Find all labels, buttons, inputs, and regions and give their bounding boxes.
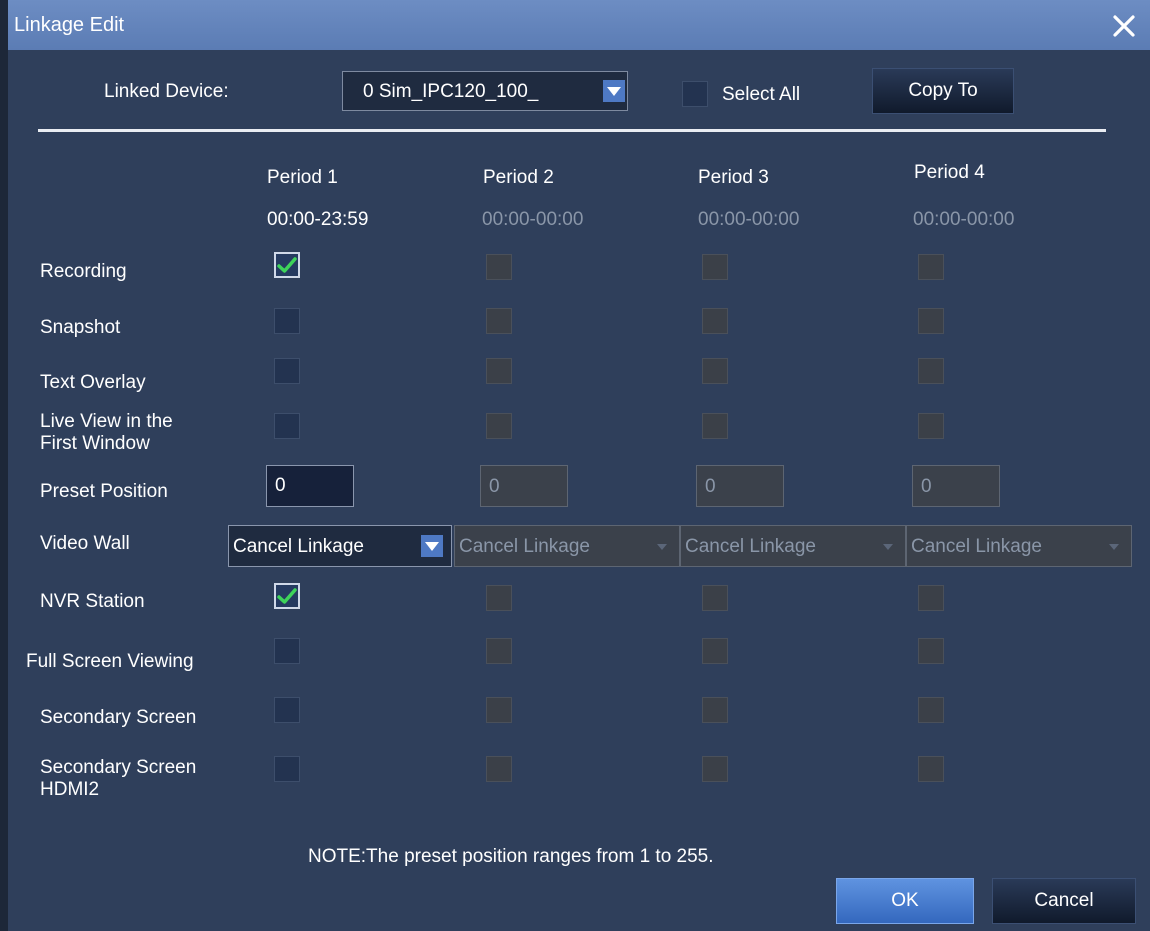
video-wall-label: Video Wall <box>40 533 130 554</box>
live-view-p2-checkbox <box>486 413 512 439</box>
left-edge <box>0 0 8 931</box>
live-view-label-line1: Live View in the <box>40 411 173 432</box>
period-1-header: Period 1 <box>267 167 338 188</box>
divider <box>38 129 1106 132</box>
snapshot-p3-checkbox <box>702 308 728 334</box>
linked-device-label: Linked Device: <box>104 81 229 102</box>
dialog-title: Linkage Edit <box>14 14 125 36</box>
video-wall-p2-value: Cancel Linkage <box>459 536 590 557</box>
linked-device-value: 0 Sim_IPC120_100_ <box>363 81 539 102</box>
preset-position-label: Preset Position <box>40 481 168 502</box>
preset-range-note: NOTE:The preset position ranges from 1 t… <box>308 846 714 867</box>
linkage-edit-dialog: Linkage Edit Linked Device: 0 Sim_IPC120… <box>8 0 1150 931</box>
nvr-station-p4-checkbox <box>918 585 944 611</box>
secondary-hdmi2-label-line2: HDMI2 <box>40 779 100 800</box>
recording-p1-checkbox[interactable] <box>274 252 300 278</box>
full-screen-p3-checkbox <box>702 638 728 664</box>
secondary-screen-p1-checkbox[interactable] <box>274 697 300 723</box>
video-wall-p3-select: Cancel Linkage <box>680 525 906 567</box>
full-screen-p1-checkbox[interactable] <box>274 638 300 664</box>
chevron-down-icon <box>603 80 625 102</box>
snapshot-p1-checkbox[interactable] <box>274 308 300 334</box>
secondary-hdmi2-p1-checkbox[interactable] <box>274 756 300 782</box>
video-wall-p4-value: Cancel Linkage <box>911 536 1042 557</box>
secondary-hdmi2-label: Secondary Screen HDMI2 <box>40 757 196 801</box>
period-4-time: 00:00-00:00 <box>913 209 1015 230</box>
preset-p2-input: 0 <box>480 465 568 507</box>
secondary-screen-p4-checkbox <box>918 697 944 723</box>
secondary-hdmi2-label-line1: Secondary Screen <box>40 757 197 778</box>
chevron-down-icon <box>421 535 443 557</box>
text-overlay-p2-checkbox <box>486 358 512 384</box>
snapshot-label: Snapshot <box>40 317 121 338</box>
live-view-p3-checkbox <box>702 413 728 439</box>
ok-button[interactable]: OK <box>836 878 974 924</box>
secondary-screen-label: Secondary Screen <box>40 707 197 728</box>
nvr-station-p2-checkbox <box>486 585 512 611</box>
period-3-time: 00:00-00:00 <box>698 209 800 230</box>
live-view-label-line2: First Window <box>40 433 150 454</box>
live-view-p1-checkbox[interactable] <box>274 413 300 439</box>
period-1-time: 00:00-23:59 <box>267 209 369 230</box>
secondary-hdmi2-p2-checkbox <box>486 756 512 782</box>
preset-p4-input: 0 <box>912 465 1000 507</box>
text-overlay-label: Text Overlay <box>40 372 146 393</box>
snapshot-p4-checkbox <box>918 308 944 334</box>
select-all-label: Select All <box>722 84 801 105</box>
close-button[interactable] <box>1106 8 1142 44</box>
secondary-screen-p3-checkbox <box>702 697 728 723</box>
cancel-button[interactable]: Cancel <box>992 878 1136 924</box>
checkmark-icon <box>277 588 297 604</box>
live-view-label: Live View in the First Window <box>40 411 173 455</box>
recording-label: Recording <box>40 261 127 282</box>
recording-p3-checkbox <box>702 254 728 280</box>
select-all-checkbox[interactable] <box>682 81 708 107</box>
period-4-header: Period 4 <box>914 162 985 183</box>
copy-to-button[interactable]: Copy To <box>872 68 1014 114</box>
checkmark-icon <box>277 257 297 273</box>
full-screen-label: Full Screen Viewing <box>26 651 194 672</box>
preset-p3-input: 0 <box>696 465 784 507</box>
video-wall-p2-select: Cancel Linkage <box>454 525 680 567</box>
period-2-time: 00:00-00:00 <box>482 209 584 230</box>
video-wall-p4-select: Cancel Linkage <box>906 525 1132 567</box>
live-view-p4-checkbox <box>918 413 944 439</box>
chevron-down-icon <box>883 544 893 550</box>
secondary-screen-p2-checkbox <box>486 697 512 723</box>
full-screen-p2-checkbox <box>486 638 512 664</box>
period-2-header: Period 2 <box>483 167 554 188</box>
close-icon <box>1113 15 1135 37</box>
snapshot-p2-checkbox <box>486 308 512 334</box>
video-wall-p1-select[interactable]: Cancel Linkage <box>228 525 452 567</box>
secondary-hdmi2-p4-checkbox <box>918 756 944 782</box>
recording-p2-checkbox <box>486 254 512 280</box>
nvr-station-p3-checkbox <box>702 585 728 611</box>
linked-device-select[interactable]: 0 Sim_IPC120_100_ <box>342 71 628 111</box>
preset-p1-input[interactable]: 0 <box>266 465 354 507</box>
full-screen-p4-checkbox <box>918 638 944 664</box>
video-wall-p3-value: Cancel Linkage <box>685 536 816 557</box>
text-overlay-p3-checkbox <box>702 358 728 384</box>
secondary-hdmi2-p3-checkbox <box>702 756 728 782</box>
text-overlay-p1-checkbox[interactable] <box>274 358 300 384</box>
period-3-header: Period 3 <box>698 167 769 188</box>
title-bar: Linkage Edit <box>8 0 1150 50</box>
nvr-station-p1-checkbox[interactable] <box>274 583 300 609</box>
chevron-down-icon <box>1109 544 1119 550</box>
nvr-station-label: NVR Station <box>40 591 145 612</box>
video-wall-p1-value: Cancel Linkage <box>233 536 364 557</box>
recording-p4-checkbox <box>918 254 944 280</box>
text-overlay-p4-checkbox <box>918 358 944 384</box>
chevron-down-icon <box>657 544 667 550</box>
